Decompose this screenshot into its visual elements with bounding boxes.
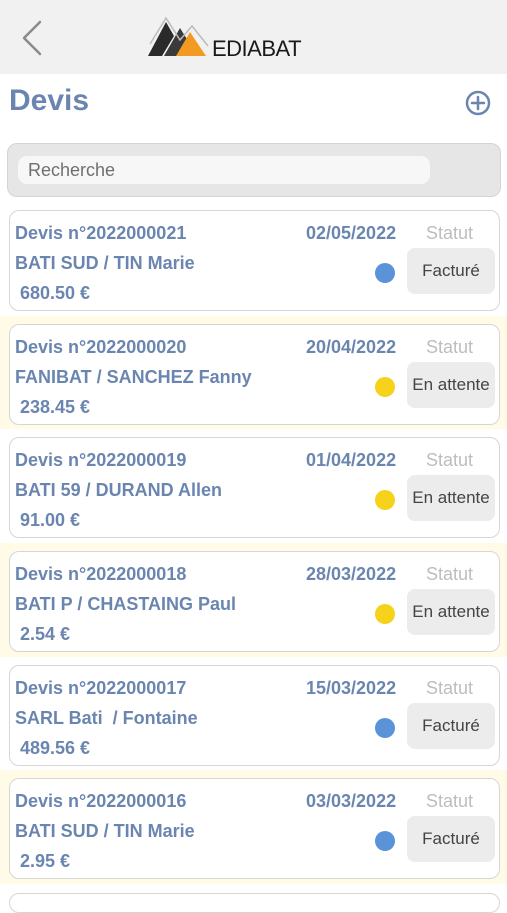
status-dot bbox=[375, 490, 395, 511]
search-input[interactable] bbox=[18, 156, 430, 184]
quote-card[interactable]: Devis n°2022000017 15/03/2022 Statut SAR… bbox=[9, 664, 500, 766]
quote-client: BATI P / CHASTAING Paul bbox=[15, 594, 237, 615]
quote-card[interactable]: Devis n°2022000018 28/03/2022 Statut BAT… bbox=[9, 551, 500, 653]
status-label: Statut bbox=[426, 450, 474, 471]
quote-amount: 680.50 € bbox=[20, 283, 91, 303]
quote-number: Devis n°2022000018 bbox=[15, 564, 187, 585]
status-label: Statut bbox=[426, 223, 474, 243]
quote-amount: 489.56 € bbox=[20, 737, 91, 758]
quote-number: Devis n°2022000021 bbox=[15, 223, 187, 243]
quote-row: Devis n°2022000016 03/03/2022 Statut BAT… bbox=[0, 770, 507, 885]
quote-date: 02/05/2022 bbox=[306, 223, 397, 243]
quote-card[interactable]: Devis n°2022000019 01/04/2022 Statut BAT… bbox=[9, 437, 500, 539]
quote-date: 28/03/2022 bbox=[306, 564, 397, 585]
quote-amount: 2.95 € bbox=[20, 851, 71, 872]
quote-date: 20/04/2022 bbox=[306, 336, 397, 357]
status-dot bbox=[375, 831, 395, 852]
status-dot bbox=[375, 376, 395, 397]
quote-client: BATI 59 / DURAND Allen bbox=[15, 480, 223, 501]
quote-date: 03/03/2022 bbox=[306, 791, 397, 812]
quote-number: Devis n°2022000019 bbox=[15, 450, 187, 471]
quote-card[interactable]: Devis n°2022000016 03/03/2022 Statut BAT… bbox=[9, 778, 500, 880]
quote-card-partial[interactable] bbox=[9, 893, 500, 913]
page-title: Devis bbox=[9, 84, 90, 117]
quote-row: Devis n°2022000021 02/05/2022 Statut BAT… bbox=[0, 202, 507, 316]
quote-date: 01/04/2022 bbox=[306, 450, 397, 471]
chevron-left-icon[interactable] bbox=[18, 18, 48, 58]
quote-number: Devis n°2022000017 bbox=[15, 677, 187, 698]
status-label: Statut bbox=[426, 791, 474, 812]
quote-row: Devis n°2022000019 01/04/2022 Statut BAT… bbox=[0, 429, 507, 543]
quote-client: FANIBAT / SANCHEZ Fanny bbox=[15, 366, 252, 387]
status-label: Statut bbox=[426, 336, 474, 357]
logo-mark-icon bbox=[148, 16, 209, 56]
status-badge[interactable]: Facturé bbox=[407, 816, 495, 863]
quote-row: Devis n°2022000020 20/04/2022 Statut FAN… bbox=[0, 315, 507, 430]
quote-amount: 2.54 € bbox=[20, 624, 71, 645]
ediabat-logo: EDIABAT bbox=[146, 14, 302, 61]
status-badge[interactable]: Facturé bbox=[407, 702, 495, 749]
brand-name: EDIABAT bbox=[212, 36, 302, 61]
status-badge[interactable]: En attente bbox=[407, 475, 495, 522]
quote-card[interactable]: Devis n°2022000021 02/05/2022 Statut BAT… bbox=[9, 210, 500, 311]
search-bar bbox=[7, 143, 501, 197]
status-badge[interactable]: En attente bbox=[407, 589, 495, 636]
status-dot bbox=[375, 604, 395, 625]
top-bar: EDIABAT bbox=[0, 0, 507, 74]
quote-list: Devis n°2022000021 02/05/2022 Statut BAT… bbox=[0, 202, 507, 885]
quote-card[interactable]: Devis n°2022000020 20/04/2022 Statut FAN… bbox=[9, 323, 500, 425]
status-dot bbox=[375, 263, 395, 283]
quote-row: Devis n°2022000018 28/03/2022 Statut BAT… bbox=[0, 543, 507, 657]
status-dot bbox=[375, 717, 395, 738]
status-badge[interactable]: En attente bbox=[407, 361, 495, 408]
status-label: Statut bbox=[426, 677, 474, 698]
quote-number: Devis n°2022000016 bbox=[15, 791, 187, 812]
quote-row: Devis n°2022000017 15/03/2022 Statut SAR… bbox=[0, 657, 507, 771]
quote-amount: 91.00 € bbox=[20, 510, 81, 531]
quote-number: Devis n°2022000020 bbox=[15, 336, 187, 357]
quote-date: 15/03/2022 bbox=[306, 677, 397, 698]
status-label: Statut bbox=[426, 564, 474, 585]
status-badge[interactable]: Facturé bbox=[407, 248, 495, 294]
quote-client: SARL Bati / Fontaine bbox=[15, 707, 198, 728]
quote-client: BATI SUD / TIN Marie bbox=[15, 821, 195, 842]
quote-amount: 238.45 € bbox=[20, 396, 91, 417]
plus-circle-icon[interactable] bbox=[465, 90, 491, 116]
quote-client: BATI SUD / TIN Marie bbox=[15, 253, 195, 273]
